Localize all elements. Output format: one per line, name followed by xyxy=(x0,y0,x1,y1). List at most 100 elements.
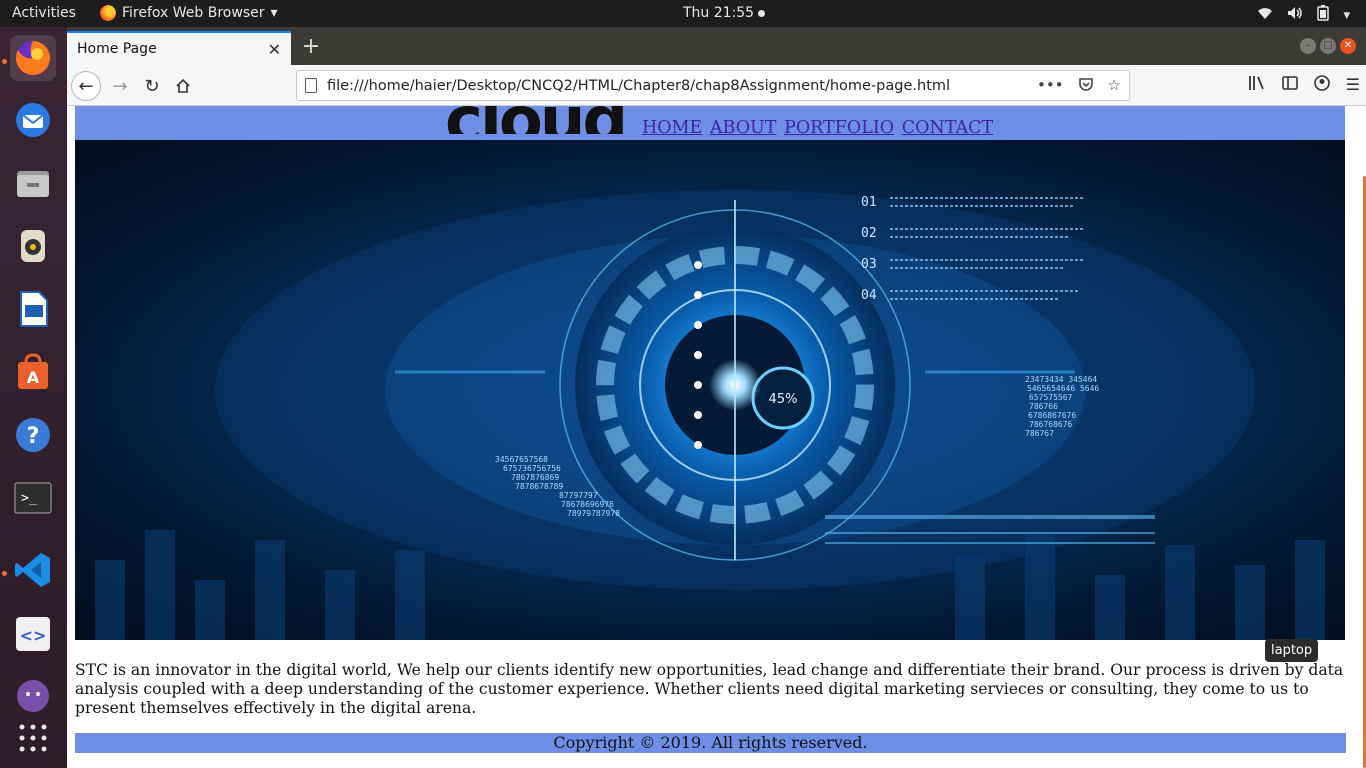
software-icon: A xyxy=(18,353,48,389)
hero-row-label: 03 xyxy=(861,257,877,272)
page-scrollbar[interactable] xyxy=(1360,106,1366,768)
dock-terminal[interactable]: >_ xyxy=(10,475,56,521)
svg-text:786767: 786767 xyxy=(1025,429,1054,438)
wifi-icon xyxy=(1257,6,1273,24)
page-viewport: cloud HOME ABOUT PORTFOLIO CONTACT xyxy=(67,106,1366,768)
svg-text:<>: <> xyxy=(20,626,47,645)
dock-help[interactable]: ? xyxy=(10,412,56,458)
app-menu[interactable]: Firefox Web Browser ▾ xyxy=(100,5,278,21)
page-actions-icon[interactable]: ••• xyxy=(1037,76,1064,96)
logo: cloud xyxy=(445,106,625,134)
close-window-icon[interactable]: ✕ xyxy=(1340,38,1356,54)
site-footer: Copyright © 2019. All rights reserved. xyxy=(75,733,1346,753)
tab-bar: Home Page ✕ + – □ ✕ xyxy=(67,27,1366,65)
minimize-icon[interactable]: – xyxy=(1300,38,1316,54)
running-indicator xyxy=(2,59,7,64)
site-header: cloud HOME ABOUT PORTFOLIO CONTACT xyxy=(75,106,1345,140)
page-icon xyxy=(305,78,317,93)
reload-button[interactable]: ↻ xyxy=(137,71,167,101)
system-tray[interactable]: ▾ xyxy=(1257,5,1350,25)
chevron-down-icon: ▾ xyxy=(270,5,278,21)
home-button[interactable] xyxy=(168,71,198,101)
firefox-icon xyxy=(15,41,50,75)
clock-label: Thu 21:55 xyxy=(683,5,755,21)
copyright-text: Copyright © 2019. All rights reserved. xyxy=(553,733,868,752)
dock-thunderbird[interactable] xyxy=(10,97,56,143)
svg-text:7867876869: 7867876869 xyxy=(511,473,559,482)
running-indicator xyxy=(2,571,7,576)
dock-github[interactable] xyxy=(10,671,56,717)
dock-editor[interactable]: <> xyxy=(10,611,56,657)
nav-contact-link[interactable]: CONTACT xyxy=(902,118,993,138)
svg-text:A: A xyxy=(27,368,40,387)
svg-text:>_: >_ xyxy=(21,491,37,506)
bookmark-star-icon[interactable]: ☆ xyxy=(1108,76,1121,96)
dock-rhythmbox[interactable] xyxy=(10,223,56,269)
close-tab-icon[interactable]: ✕ xyxy=(268,40,281,59)
sidebar-icon[interactable] xyxy=(1281,75,1298,95)
nav-portfolio-link[interactable]: PORTFOLIO xyxy=(784,118,894,138)
library-icon[interactable] xyxy=(1248,75,1266,95)
svg-text:23473434 345464: 23473434 345464 xyxy=(1025,375,1097,384)
hero-image: 01 02 03 04 45% 34567657568 675736756756 xyxy=(75,140,1345,640)
hero-row-label: 04 xyxy=(861,288,877,303)
pocket-icon[interactable] xyxy=(1078,76,1094,96)
svg-text:5465654646 5646: 5465654646 5646 xyxy=(1027,384,1099,393)
dock-firefox[interactable] xyxy=(10,35,56,81)
forward-button[interactable]: → xyxy=(105,71,135,101)
dock-vscode[interactable] xyxy=(10,547,56,593)
nav-home-link[interactable]: HOME xyxy=(642,118,702,138)
svg-text:7878678789: 7878678789 xyxy=(515,482,563,491)
url-text[interactable]: file:///home/haier/Desktop/CNCQ2/HTML/Ch… xyxy=(327,78,1037,94)
account-icon[interactable] xyxy=(1313,75,1330,95)
back-button[interactable]: ← xyxy=(71,71,101,101)
toolbar-right: ☰ xyxy=(1248,75,1360,95)
svg-text:34567657568: 34567657568 xyxy=(495,455,548,464)
svg-text:?: ? xyxy=(27,424,40,449)
notification-dot-icon xyxy=(758,9,766,17)
navigation-toolbar: ← → ↻ file:///home/haier/Desktop/CNCQ2/H… xyxy=(67,65,1366,106)
writer-icon xyxy=(20,291,48,327)
firefox-small-icon xyxy=(100,5,116,21)
hero-gauge-label: 45% xyxy=(769,392,798,407)
activities-button[interactable]: Activities xyxy=(12,5,76,21)
dock-software[interactable]: A xyxy=(10,349,56,395)
hamburger-menu-icon[interactable]: ☰ xyxy=(1346,75,1360,95)
dock-files[interactable] xyxy=(10,160,56,206)
hero-eye-graphic: 01 02 03 04 45% 34567657568 675736756756 xyxy=(95,190,1325,640)
rhythmbox-icon xyxy=(21,230,45,262)
intro-paragraph: STC is an innovator in the digital world… xyxy=(75,661,1344,717)
vscode-icon xyxy=(15,553,50,587)
thunderbird-icon xyxy=(16,103,50,137)
app-grid-icon xyxy=(19,724,47,752)
svg-text:786766: 786766 xyxy=(1029,402,1058,411)
new-tab-button[interactable]: + xyxy=(299,35,323,59)
svg-text:786768676: 786768676 xyxy=(1029,420,1073,429)
tab-title: Home Page xyxy=(77,41,157,57)
tab-home-page[interactable]: Home Page ✕ xyxy=(67,31,291,65)
nav-about-link[interactable]: ABOUT xyxy=(710,118,777,138)
url-bar[interactable]: file:///home/haier/Desktop/CNCQ2/HTML/Ch… xyxy=(296,70,1130,101)
files-icon xyxy=(17,171,49,197)
svg-text:657575567: 657575567 xyxy=(1029,393,1073,402)
help-icon: ? xyxy=(16,418,50,452)
svg-text:675736756756: 675736756756 xyxy=(503,464,561,473)
browser-window: Home Page ✕ + – □ ✕ ← → ↻ file:///home/h… xyxy=(67,27,1366,768)
image-tooltip: laptop xyxy=(1265,639,1319,662)
maximize-icon[interactable]: □ xyxy=(1320,38,1336,54)
dock-app-grid[interactable] xyxy=(10,715,56,761)
svg-text:6786867676: 6786867676 xyxy=(1028,411,1076,420)
svg-text:87797797: 87797797 xyxy=(559,491,598,500)
battery-icon xyxy=(1317,5,1330,25)
svg-text:78678696976: 78678696976 xyxy=(561,500,614,509)
dock-writer[interactable] xyxy=(10,286,56,332)
clock[interactable]: Thu 21:55 xyxy=(683,5,766,21)
chevron-down-icon: ▾ xyxy=(1343,7,1350,23)
hero-row-label: 01 xyxy=(861,195,877,210)
terminal-icon: >_ xyxy=(14,482,52,514)
svg-text:78979787978: 78979787978 xyxy=(567,509,620,518)
home-icon xyxy=(176,78,190,93)
window-controls: – □ ✕ xyxy=(1300,38,1356,54)
volume-icon xyxy=(1287,6,1303,24)
hero-row-label: 02 xyxy=(861,226,877,241)
